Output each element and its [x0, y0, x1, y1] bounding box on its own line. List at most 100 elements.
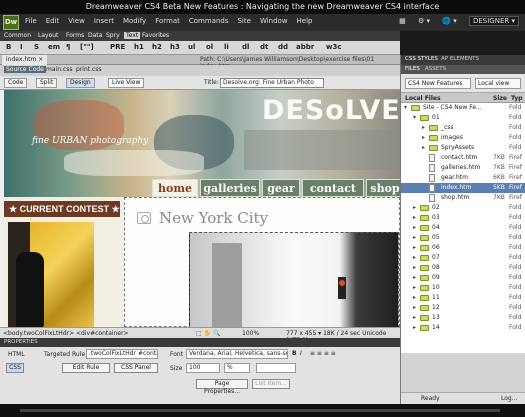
- nav-home[interactable]: home: [152, 179, 198, 197]
- insert-button-0[interactable]: B: [6, 43, 11, 51]
- log-button[interactable]: Log...: [501, 395, 517, 402]
- text-color-field[interactable]: [256, 363, 296, 373]
- css-mode-button[interactable]: CSS: [6, 363, 24, 373]
- align-buttons[interactable]: ≡ ≡ ≡ ≡: [310, 350, 336, 357]
- expand-toggle-icon[interactable]: ▸: [413, 213, 416, 223]
- insert-button-9[interactable]: h3: [170, 43, 180, 51]
- insert-button-13[interactable]: dl: [242, 43, 249, 51]
- nav-contact[interactable]: contact: [302, 179, 364, 197]
- insert-tab-layout[interactable]: Layout: [38, 32, 58, 39]
- expand-toggle-icon[interactable]: ▸: [422, 143, 425, 153]
- insert-tab-text[interactable]: Text: [124, 32, 141, 39]
- menu-view[interactable]: View: [68, 17, 85, 25]
- tab-assets[interactable]: ASSETS: [425, 66, 446, 72]
- file-row[interactable]: ▸ 02 Fold: [401, 203, 525, 213]
- expand-toggle-icon[interactable]: ▸: [413, 273, 416, 283]
- file-row[interactable]: ▸ _css Fold: [401, 123, 525, 133]
- bold-button[interactable]: B: [292, 350, 297, 357]
- insert-button-15[interactable]: dd: [278, 43, 288, 51]
- nav-shop[interactable]: shop: [366, 179, 400, 197]
- file-row[interactable]: ▸ 14 Fold: [401, 323, 525, 333]
- view-select[interactable]: Local view: [475, 78, 521, 89]
- insert-button-17[interactable]: w3c: [326, 43, 342, 51]
- nav-galleries[interactable]: galleries: [200, 179, 260, 197]
- workspace-switcher[interactable]: DESIGNER ▾: [468, 16, 519, 26]
- file-row[interactable]: ▸ 09 Fold: [401, 273, 525, 283]
- menu-edit[interactable]: Edit: [46, 17, 60, 25]
- expand-toggle-icon[interactable]: ▸: [413, 293, 416, 303]
- expand-toggle-icon[interactable]: ▸: [413, 313, 416, 323]
- related-file-0[interactable]: Source Code: [4, 66, 46, 73]
- expand-toggle-icon[interactable]: ▸: [413, 203, 416, 213]
- insert-button-3[interactable]: em: [48, 43, 60, 51]
- insert-tab-common[interactable]: Common: [4, 32, 31, 39]
- css-panel-button[interactable]: CSS Panel: [114, 363, 158, 373]
- site-icon[interactable]: 🌐 ▾: [442, 17, 456, 25]
- file-row[interactable]: ▸ 11 Fold: [401, 293, 525, 303]
- insert-button-16[interactable]: abbr: [296, 43, 314, 51]
- expand-toggle-icon[interactable]: ▸: [413, 233, 416, 243]
- tab-files[interactable]: FILES: [405, 66, 420, 72]
- insert-button-7[interactable]: h1: [134, 43, 144, 51]
- document-tab[interactable]: index.htm ×: [2, 55, 48, 65]
- menu-help[interactable]: Help: [297, 17, 313, 25]
- menu-window[interactable]: Window: [260, 17, 288, 25]
- file-row[interactable]: ▸ 05 Fold: [401, 233, 525, 243]
- page-properties-button[interactable]: Page Properties...: [196, 379, 248, 395]
- playback-track[interactable]: [20, 409, 500, 412]
- menu-commands[interactable]: Commands: [189, 17, 229, 25]
- insert-button-11[interactable]: ol: [206, 43, 213, 51]
- expand-toggle-icon[interactable]: ▸: [413, 243, 416, 253]
- extend-icon[interactable]: ⚙ ▾: [418, 17, 430, 25]
- code-view-button[interactable]: Code: [4, 78, 28, 88]
- html-mode-label[interactable]: HTML: [8, 351, 25, 358]
- expand-toggle-icon[interactable]: ▾: [404, 103, 407, 113]
- tag-selector[interactable]: <body.twoColFixLtHdr> <div#container>: [3, 330, 129, 337]
- menu-site[interactable]: Site: [237, 17, 250, 25]
- file-row[interactable]: ▸ 10 Fold: [401, 283, 525, 293]
- insert-button-12[interactable]: li: [224, 43, 229, 51]
- related-file-1[interactable]: main.css: [46, 66, 72, 73]
- file-row[interactable]: ▸ SpryAssets Fold: [401, 143, 525, 153]
- insert-tab-spry[interactable]: Spry: [106, 32, 120, 39]
- expand-toggle-icon[interactable]: ▸: [413, 303, 416, 313]
- insert-button-4[interactable]: ¶: [66, 43, 70, 51]
- menu-format[interactable]: Format: [155, 17, 180, 25]
- title-input[interactable]: Desolve.org: Fine Urban Photo: [220, 78, 324, 88]
- file-row[interactable]: index.htm 5KB Firef: [401, 183, 525, 193]
- insert-button-5[interactable]: [""]: [80, 43, 94, 51]
- insert-tab-data[interactable]: Data: [88, 32, 102, 39]
- tab-css-styles[interactable]: CSS STYLES: [405, 56, 438, 62]
- file-row[interactable]: ▸ 07 Fold: [401, 253, 525, 263]
- site-select[interactable]: CS4 New Features: [405, 78, 471, 89]
- insert-button-6[interactable]: PRE: [110, 43, 125, 51]
- nav-gear[interactable]: gear: [262, 179, 300, 197]
- file-row[interactable]: ▸ 13 Fold: [401, 313, 525, 323]
- expand-toggle-icon[interactable]: ▾: [413, 113, 416, 123]
- insert-tab-forms[interactable]: Forms: [66, 32, 84, 39]
- expand-toggle-icon[interactable]: ▸: [422, 123, 425, 133]
- file-row[interactable]: ▸ images Fold: [401, 133, 525, 143]
- file-row[interactable]: ▸ 12 Fold: [401, 303, 525, 313]
- col-size[interactable]: Size: [493, 95, 507, 102]
- select-tool-icon[interactable]: ⬚ ✋ 🔍: [196, 330, 220, 337]
- expand-toggle-icon[interactable]: ▸: [413, 283, 416, 293]
- size-select[interactable]: 100: [186, 363, 220, 373]
- expand-toggle-icon[interactable]: ▸: [413, 263, 416, 273]
- font-select[interactable]: Verdana, Arial, Helvetica, sans-serif: [186, 349, 288, 359]
- expand-toggle-icon[interactable]: ▸: [413, 253, 416, 263]
- italic-button[interactable]: I: [300, 350, 302, 357]
- file-row[interactable]: ▸ 08 Fold: [401, 263, 525, 273]
- insert-button-1[interactable]: I: [20, 43, 23, 51]
- tab-ap-elements[interactable]: AP ELEMENTS: [441, 56, 479, 62]
- targeted-rule-select[interactable]: .twoColFixLtHdr #conta: [86, 349, 158, 359]
- insert-tab-favorites[interactable]: Favorites: [142, 32, 169, 39]
- menu-modify[interactable]: Modify: [123, 17, 146, 25]
- insert-button-2[interactable]: S: [34, 43, 39, 51]
- insert-button-14[interactable]: dt: [260, 43, 268, 51]
- insert-button-10[interactable]: ul: [188, 43, 195, 51]
- list-item-button[interactable]: List Item...: [252, 379, 290, 389]
- file-row[interactable]: ▸ 03 Fold: [401, 213, 525, 223]
- file-row[interactable]: contact.htm 7KB Firef: [401, 153, 525, 163]
- design-view-button[interactable]: Design: [66, 78, 95, 88]
